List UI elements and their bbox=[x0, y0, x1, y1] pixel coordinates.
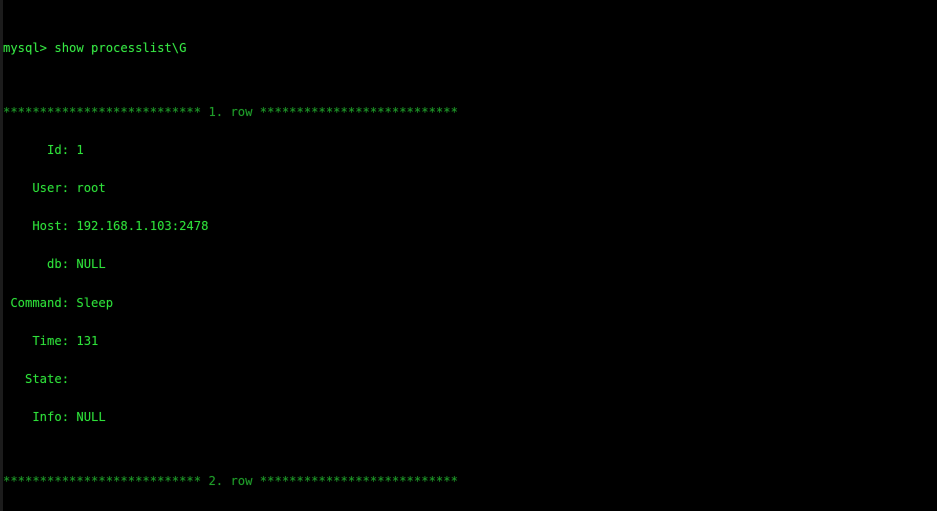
row-1-field-host: Host: 192.168.1.103:2478 bbox=[3, 219, 209, 234]
row-separator-1: *************************** 1. row *****… bbox=[3, 104, 458, 119]
row-1-field-user: User: root bbox=[3, 181, 106, 196]
terminal-window[interactable]: mysql> show processlist\G **************… bbox=[0, 0, 937, 511]
row-1-field-db: db: NULL bbox=[3, 257, 106, 272]
row-1-field-info: Info: NULL bbox=[3, 410, 106, 424]
terminal-screen[interactable]: mysql> show processlist\G **************… bbox=[3, 4, 937, 511]
row-separator-2: *************************** 2. row *****… bbox=[3, 473, 458, 488]
window-left-edge bbox=[0, 0, 3, 511]
row-1-field-time: Time: 131 bbox=[3, 333, 99, 348]
row-1-field-state: State: bbox=[3, 371, 77, 386]
row-1-field-id: Id: 1 bbox=[3, 142, 84, 157]
prompt-line: mysql> show processlist\G bbox=[3, 41, 187, 56]
row-1-field-command: Command: Sleep bbox=[3, 295, 114, 310]
